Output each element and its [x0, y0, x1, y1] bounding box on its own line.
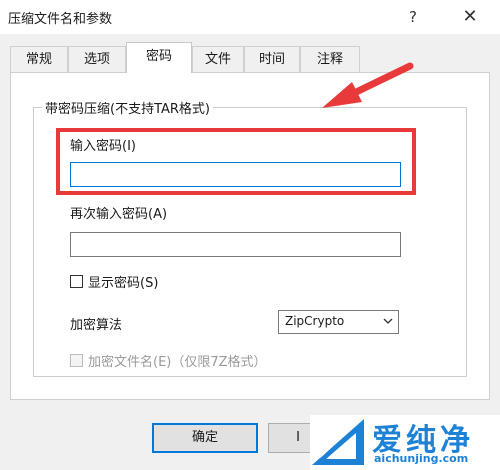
encrypt-filenames-label: 加密文件名(E)（仅限7Z格式）: [88, 355, 267, 370]
aichunjing-logo-icon: [312, 419, 364, 465]
close-button[interactable]: ✕: [450, 0, 490, 34]
confirm-password-label: 再次输入密码(A): [70, 207, 168, 222]
site-watermark: 爱纯净 aichunjing.com: [310, 415, 500, 470]
show-password-checkbox[interactable]: [70, 275, 83, 288]
ok-button[interactable]: 确定: [152, 423, 258, 453]
chevron-down-icon: [383, 318, 393, 324]
watermark-url: aichunjing.com: [374, 452, 469, 465]
dialog-window: 压缩文件名和参数 ? ✕ 常规 选项 密码 文件 时间 注释 带密码压缩(不支持…: [0, 0, 500, 470]
highlight-box: [56, 128, 416, 195]
encryption-method-select[interactable]: ZipCrypto: [278, 310, 399, 334]
help-button[interactable]: ?: [396, 0, 430, 34]
tab-password[interactable]: 密码: [126, 42, 192, 73]
title-bar: 压缩文件名和参数 ? ✕: [0, 0, 500, 34]
show-password-label[interactable]: 显示密码(S): [88, 272, 158, 291]
window-title: 压缩文件名和参数: [8, 12, 113, 27]
password-group-title: 带密码压缩(不支持TAR格式): [42, 98, 214, 117]
confirm-password-input[interactable]: [70, 232, 401, 257]
tab-options[interactable]: 选项: [68, 46, 126, 72]
tab-time[interactable]: 时间: [244, 46, 300, 72]
annotation-arrow-icon: [322, 62, 414, 108]
encryption-method-label: 加密算法: [70, 318, 123, 333]
encryption-method-value: ZipCrypto: [285, 314, 345, 328]
tab-files[interactable]: 文件: [192, 46, 244, 72]
tab-general[interactable]: 常规: [10, 46, 68, 72]
encrypt-filenames-checkbox[interactable]: [70, 354, 83, 367]
